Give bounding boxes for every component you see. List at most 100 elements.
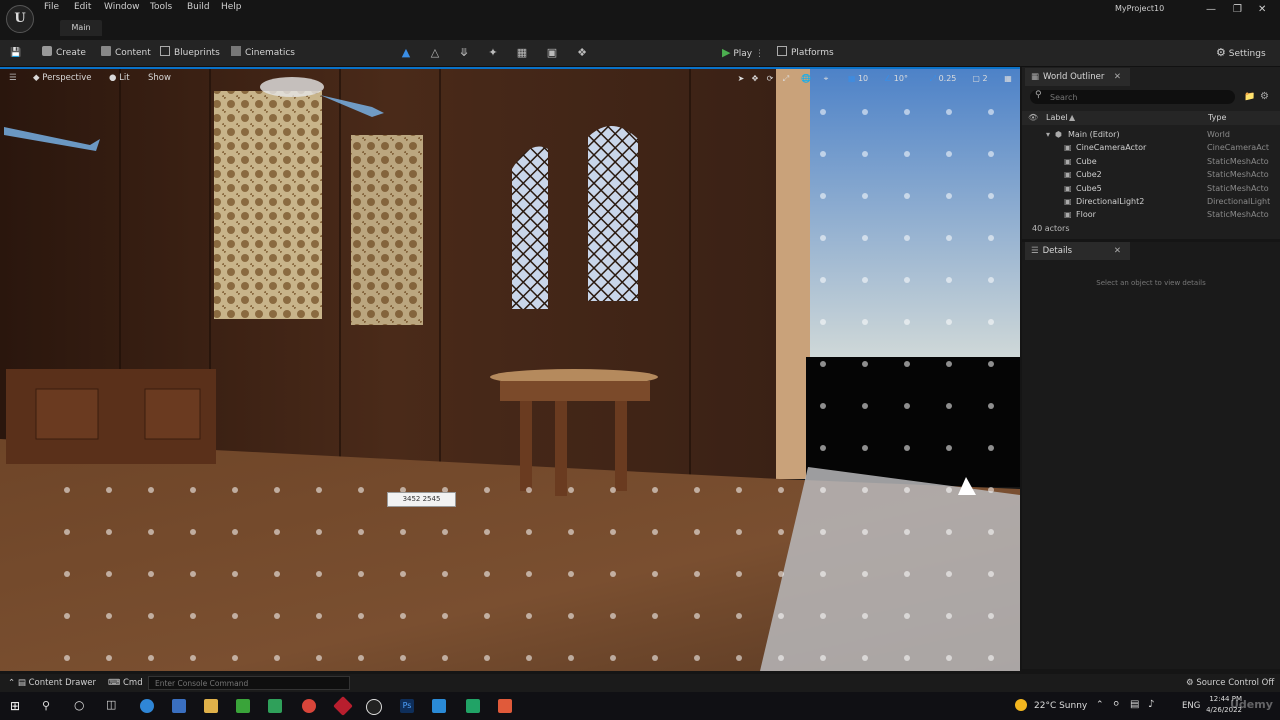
maximize-icon[interactable]: ❐ (1233, 4, 1242, 15)
menu-tools[interactable]: Tools (150, 2, 172, 12)
outliner-close-icon[interactable]: ✕ (1114, 68, 1121, 86)
menu-file[interactable]: File (44, 2, 59, 12)
tray-chevron-icon[interactable]: ⌃ (1096, 700, 1104, 710)
menu-window[interactable]: Window (104, 2, 140, 12)
unreal-taskbar-icon[interactable] (366, 699, 382, 715)
foliage-mode-icon[interactable]: ⤋ (456, 45, 472, 61)
app-icon-green-2[interactable] (268, 699, 282, 713)
grid-dot (736, 571, 742, 577)
settings-label: Settings (1228, 49, 1266, 59)
chrome-icon[interactable] (302, 699, 316, 713)
grid-dot (778, 655, 784, 661)
landscape-mode-icon[interactable]: △ (427, 45, 443, 61)
source-control-icon: ⚙ (1186, 678, 1194, 688)
grid-dot (652, 571, 658, 577)
scale-tool-icon[interactable]: ⤢ (781, 72, 791, 85)
maximize-viewport-icon[interactable]: ▦ (1002, 72, 1014, 85)
add-folder-icon[interactable]: 📁 (1244, 92, 1255, 102)
rotate-tool-icon[interactable]: ⟳ (765, 72, 775, 85)
cinematics-button[interactable]: Cinematics (231, 46, 295, 60)
content-drawer-button[interactable]: ⌃ ▤ Content Drawer (8, 678, 96, 688)
outliner-row-label: Main (Editor) (1068, 130, 1120, 139)
modeling-mode-icon[interactable]: ▦ (514, 45, 530, 61)
details-close-icon[interactable]: ✕ (1114, 242, 1121, 260)
menu-edit[interactable]: Edit (74, 2, 91, 12)
unreal-logo-icon[interactable]: U (6, 5, 34, 33)
play-options-icon[interactable]: ⋮ (755, 49, 764, 59)
outliner-row[interactable]: ▣ DirectionalLight2 DirectionalLight (1022, 195, 1272, 208)
expand-chevron-icon[interactable]: ▾ (1046, 128, 1050, 141)
outliner-search-box[interactable]: ⚲ (1030, 90, 1235, 104)
play-button[interactable]: ▶ Play ⋮ (722, 46, 764, 60)
create-button[interactable]: Create (42, 46, 86, 60)
app-icon-blue[interactable] (172, 699, 186, 713)
scale-snap-button[interactable]: ⤢ 0.25 (926, 72, 960, 85)
outliner-row-label: Floor (1076, 210, 1096, 220)
save-icon[interactable]: 💾 (10, 46, 21, 60)
select-tool-icon[interactable]: ➤ (736, 72, 746, 85)
outliner-row[interactable]: ▣ Floor StaticMeshActo (1022, 208, 1272, 221)
cortana-icon[interactable]: ○ (74, 698, 84, 712)
edge-icon[interactable] (140, 699, 154, 713)
weather-text[interactable]: 22°C Sunny (1034, 701, 1087, 711)
menu-help[interactable]: Help (221, 2, 242, 12)
taskbar-search-icon[interactable]: ⚲ (42, 699, 50, 712)
rotation-snap-button[interactable]: ∠ 10° (881, 72, 911, 85)
settings-button[interactable]: ⚙ Settings (1216, 46, 1266, 60)
microphone-icon[interactable]: ⚪ (1112, 699, 1120, 710)
volume-icon[interactable]: ♪ (1148, 699, 1154, 710)
world-local-icon[interactable]: 🌐 (801, 72, 811, 85)
close-icon[interactable]: ✕ (1258, 4, 1266, 15)
app-icon-orange[interactable] (498, 699, 512, 713)
grid-dot (904, 319, 910, 325)
app-icon-green-3[interactable] (466, 699, 480, 713)
outliner-settings-icon[interactable]: ⚙ (1260, 91, 1269, 102)
blueprints-button[interactable]: Blueprints (160, 46, 220, 60)
type-column-header[interactable]: Type (1208, 111, 1226, 125)
source-control-button[interactable]: ⚙ Source Control Off (1186, 678, 1274, 688)
grid-dot (64, 655, 70, 661)
camera-speed-button[interactable]: ▢ 2 (968, 72, 992, 85)
visibility-icon[interactable]: 👁 (1028, 111, 1038, 125)
paint-mode-icon[interactable]: ✦ (485, 45, 501, 61)
level-viewport[interactable]: 3452 2545 (0, 67, 1020, 671)
tab-details[interactable]: ☰ Details ✕ (1025, 242, 1130, 260)
outliner-row[interactable]: ▣ Cube2 StaticMeshActo (1022, 168, 1272, 181)
outliner-row[interactable]: ▣ Cube StaticMeshActo (1022, 155, 1272, 168)
console-command-input[interactable] (148, 676, 350, 690)
content-button[interactable]: Content (101, 46, 151, 60)
outliner-search-input[interactable] (1048, 91, 1232, 104)
task-view-icon[interactable]: ◫ (106, 698, 116, 711)
fracture-mode-icon[interactable]: ▣ (544, 45, 560, 61)
menu-build[interactable]: Build (187, 2, 210, 12)
outliner-row[interactable]: ⬢ ▾ Main (Editor) World (1022, 128, 1272, 141)
surface-snap-icon[interactable]: ⌖ (821, 72, 831, 85)
minimize-icon[interactable]: — (1206, 4, 1216, 15)
platforms-button[interactable]: Platforms (777, 46, 834, 60)
windows-start-icon[interactable]: ⊞ (10, 699, 20, 713)
label-column-header[interactable]: Label (1046, 111, 1068, 125)
translate-tool-icon[interactable]: ✥ (750, 72, 760, 85)
select-mode-icon[interactable]: ▲ (398, 45, 414, 61)
photoshop-icon[interactable]: Ps (400, 699, 414, 713)
lit-button[interactable]: ● Lit (109, 72, 130, 85)
app-icon-green[interactable] (236, 699, 250, 713)
viewport-menu-icon[interactable]: ☰ (9, 72, 17, 85)
brush-mode-icon[interactable]: ❖ (574, 45, 590, 61)
perspective-button[interactable]: ◆ Perspective (33, 72, 91, 85)
grid-snap-button[interactable]: ▦ 10 (843, 72, 873, 85)
file-explorer-icon[interactable] (204, 699, 218, 713)
network-icon[interactable]: ▤ (1130, 699, 1139, 710)
outliner-row[interactable]: ▣ Cube5 StaticMeshActo (1022, 182, 1272, 195)
app-icon-blue-2[interactable] (432, 699, 446, 713)
tab-world-outliner[interactable]: ▦ World Outliner ✕ (1025, 68, 1130, 86)
outliner-row[interactable]: ▣ CineCameraActor CineCameraAct (1022, 141, 1272, 154)
cmd-button[interactable]: ⌨ Cmd (108, 678, 143, 688)
play-icon: ▶ (722, 46, 731, 59)
tab-main[interactable]: Main (60, 20, 102, 36)
grid-dot (106, 655, 112, 661)
show-button[interactable]: Show (148, 72, 171, 85)
grid-dot (946, 361, 952, 367)
language-indicator[interactable]: ENG (1182, 701, 1200, 711)
grid-dot (736, 529, 742, 535)
